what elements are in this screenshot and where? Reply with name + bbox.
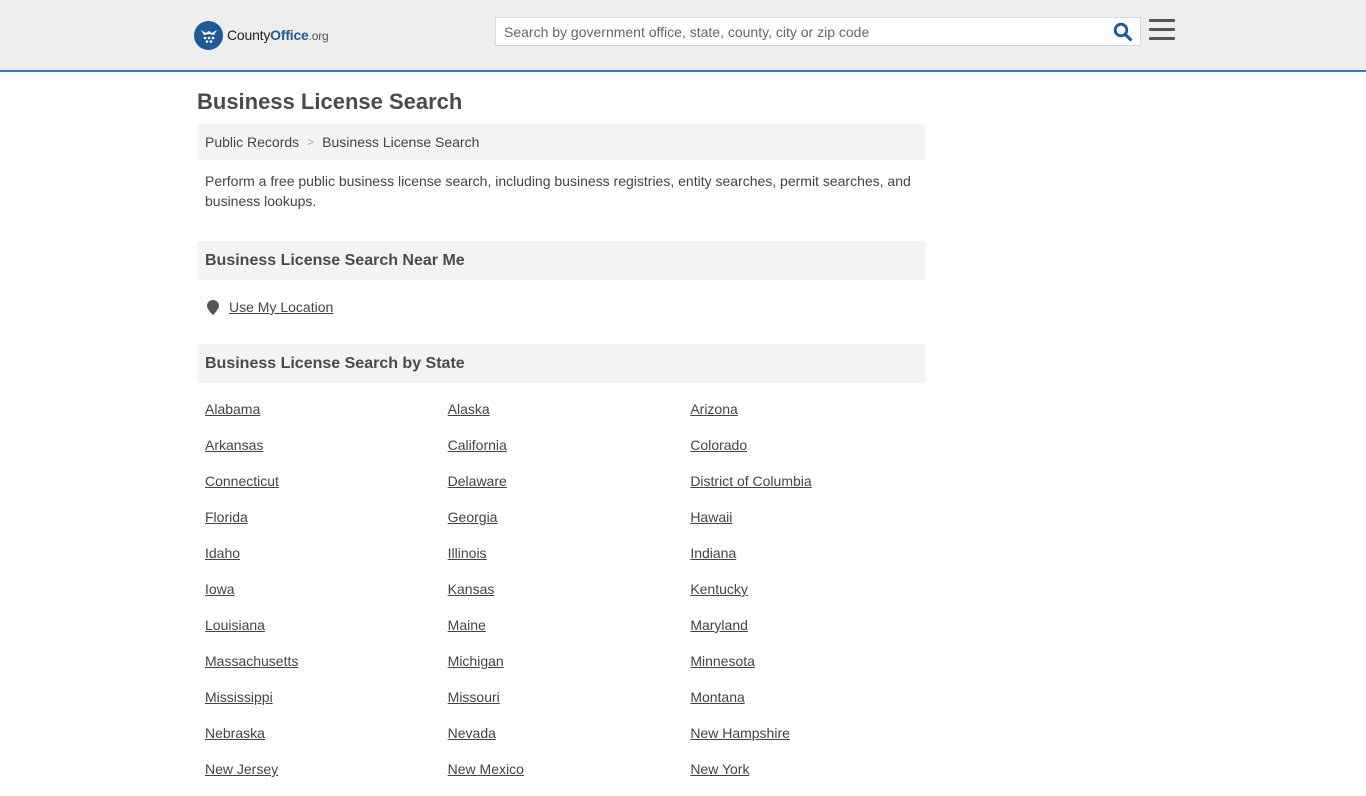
state-link[interactable]: Kentucky xyxy=(682,580,925,616)
state-link[interactable]: District of Columbia xyxy=(682,472,925,508)
state-link[interactable]: Alabama xyxy=(197,400,440,436)
breadcrumb: Public Records > Business License Search xyxy=(197,124,925,160)
state-link[interactable]: Delaware xyxy=(440,472,683,508)
state-link[interactable]: Montana xyxy=(682,688,925,724)
state-link[interactable]: California xyxy=(440,436,683,472)
state-link[interactable]: Connecticut xyxy=(197,472,440,508)
state-link[interactable]: New Hampshire xyxy=(682,724,925,760)
state-links-grid: Alabama Alaska Arizona Arkansas California Co… xyxy=(197,400,925,796)
use-my-location-link[interactable]: Use My Location xyxy=(229,299,333,315)
logo-text-suffix: .org xyxy=(308,29,329,43)
map-marker-icon xyxy=(207,299,219,315)
state-link[interactable]: Georgia xyxy=(440,508,683,544)
breadcrumb-public-records[interactable]: Public Records xyxy=(205,134,299,150)
search-button[interactable] xyxy=(1106,18,1140,45)
site-logo[interactable]: CountyOffice.org xyxy=(194,20,329,50)
state-link[interactable]: New Jersey xyxy=(197,760,440,796)
state-link[interactable]: Colorado xyxy=(682,436,925,472)
state-link[interactable]: Minnesota xyxy=(682,652,925,688)
state-link[interactable]: Arizona xyxy=(682,400,925,436)
state-link[interactable]: Illinois xyxy=(440,544,683,580)
state-link[interactable]: Idaho xyxy=(197,544,440,580)
by-state-heading: Business License Search by State xyxy=(197,344,925,383)
state-link[interactable]: Kansas xyxy=(440,580,683,616)
logo-text-main: County xyxy=(227,27,271,43)
hamburger-line xyxy=(1149,28,1175,31)
state-link[interactable]: New York xyxy=(682,760,925,796)
state-link[interactable]: Iowa xyxy=(197,580,440,616)
state-link[interactable]: Mississippi xyxy=(197,688,440,724)
state-link[interactable]: Louisiana xyxy=(197,616,440,652)
main-content: Business License Search Public Records >… xyxy=(197,72,925,796)
state-link[interactable]: Nevada xyxy=(440,724,683,760)
breadcrumb-separator: > xyxy=(307,135,315,149)
state-link[interactable]: Florida xyxy=(197,508,440,544)
state-link[interactable]: Massachusetts xyxy=(197,652,440,688)
state-link[interactable]: Maine xyxy=(440,616,683,652)
state-link[interactable]: New Mexico xyxy=(440,760,683,796)
site-search xyxy=(495,17,1141,46)
state-link[interactable]: Indiana xyxy=(682,544,925,580)
top-header: CountyOffice.org xyxy=(0,0,1366,72)
state-link[interactable]: Hawaii xyxy=(682,508,925,544)
state-link[interactable]: Missouri xyxy=(440,688,683,724)
eagle-stars-logo-icon xyxy=(194,20,223,50)
logo-wordmark: CountyOffice.org xyxy=(227,27,329,43)
logo-text-accent: Office xyxy=(270,27,309,43)
search-icon xyxy=(1113,22,1133,41)
near-me-heading: Business License Search Near Me xyxy=(197,241,925,280)
hamburger-menu-icon xyxy=(1149,19,1175,22)
page-title: Business License Search xyxy=(197,89,463,114)
hamburger-line xyxy=(1149,37,1175,40)
use-location-row: Use My Location xyxy=(197,298,925,316)
state-link[interactable]: Nebraska xyxy=(197,724,440,760)
state-link[interactable]: Maryland xyxy=(682,616,925,652)
breadcrumb-current: Business License Search xyxy=(322,134,480,150)
state-link[interactable]: Alaska xyxy=(440,400,683,436)
search-input[interactable] xyxy=(496,18,1106,45)
hamburger-menu-button[interactable] xyxy=(1149,19,1175,43)
state-link[interactable]: Arkansas xyxy=(197,436,440,472)
state-link[interactable]: Michigan xyxy=(440,652,683,688)
intro-text: Perform a free public business license s… xyxy=(205,173,911,209)
